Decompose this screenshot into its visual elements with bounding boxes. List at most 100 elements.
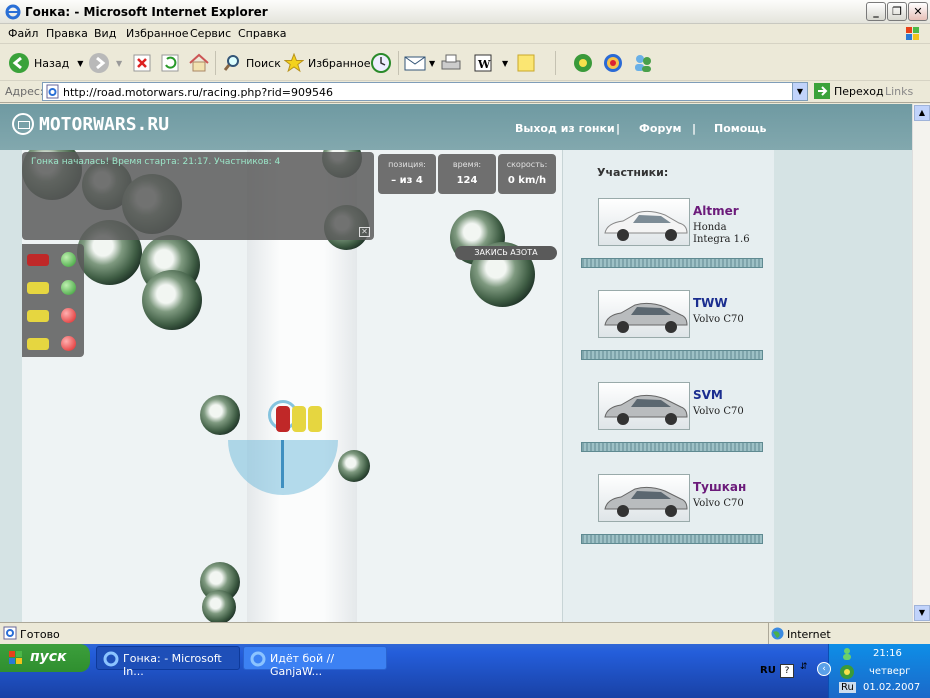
flower-button[interactable] bbox=[572, 51, 594, 75]
participant-name[interactable]: Altmer bbox=[693, 204, 739, 218]
minimize-button[interactable]: _ bbox=[866, 2, 886, 21]
car-photo-icon bbox=[604, 210, 688, 241]
address-bar: Адрес: http://road.motorwars.ru/racing.p… bbox=[0, 81, 930, 103]
refresh-button[interactable] bbox=[160, 51, 180, 75]
site-logo[interactable]: MOTORWARS.RU bbox=[12, 113, 169, 135]
car-photo-icon bbox=[604, 486, 688, 517]
player-car-red bbox=[276, 406, 290, 432]
menu-favorites[interactable]: Избранное bbox=[126, 27, 188, 40]
race-message: Гонка началась! Время старта: 21:17. Уча… bbox=[31, 157, 281, 167]
car-icon bbox=[27, 282, 49, 294]
print-button[interactable] bbox=[440, 51, 462, 75]
race-track[interactable]: Гонка началась! Время старта: 21:17. Уча… bbox=[22, 150, 562, 622]
direction-arrow-icon bbox=[281, 440, 284, 488]
nav-help[interactable]: Помощь bbox=[714, 122, 766, 135]
note-button[interactable] bbox=[516, 51, 536, 75]
messenger-tray-icon[interactable] bbox=[839, 646, 855, 662]
help-icon[interactable]: ? bbox=[780, 664, 794, 678]
svg-text:W: W bbox=[477, 58, 491, 71]
system-tray: ‹ Ru 21:16 четверг 01.02.2007 bbox=[817, 644, 930, 698]
menu-view[interactable]: Вид bbox=[94, 27, 116, 40]
car-photo-icon bbox=[604, 302, 688, 333]
search-button[interactable]: Поиск bbox=[222, 51, 281, 75]
close-button[interactable]: ✕ bbox=[908, 2, 928, 21]
maximize-button[interactable]: ❐ bbox=[887, 2, 907, 21]
back-button[interactable]: Назад ▼ bbox=[8, 51, 83, 75]
race-info-panel: Гонка началась! Время старта: 21:17. Уча… bbox=[22, 152, 374, 240]
racer-status-row bbox=[27, 280, 79, 296]
mail-button[interactable]: ▼ bbox=[404, 51, 435, 75]
scroll-down-icon[interactable]: ▼ bbox=[914, 605, 930, 621]
address-dropdown-icon[interactable]: ▼ bbox=[792, 83, 807, 100]
start-button[interactable]: пуск bbox=[0, 644, 90, 672]
security-zone: Internet bbox=[768, 623, 930, 645]
participant-card: Тушкан Volvo C70 bbox=[581, 474, 763, 554]
car-photo[interactable] bbox=[598, 198, 690, 246]
menu-tools[interactable]: Сервис bbox=[190, 27, 231, 40]
flower-tray-icon[interactable] bbox=[839, 664, 855, 680]
forward-button[interactable]: ▼ bbox=[88, 51, 122, 75]
page-content: MOTORWARS.RU Выход из гонки | Форум | По… bbox=[0, 104, 912, 622]
menu-help[interactable]: Справка bbox=[238, 27, 286, 40]
participant-name[interactable]: Тушкан bbox=[693, 480, 746, 494]
nitro-button[interactable]: ЗАКИСЬ АЗОТА bbox=[455, 246, 557, 260]
tray-expand-icon[interactable]: ‹ bbox=[817, 662, 831, 676]
vertical-scrollbar[interactable]: ▲ ▼ bbox=[912, 104, 930, 622]
mail-dropdown-icon[interactable]: ▼ bbox=[429, 59, 435, 68]
contacts-button[interactable] bbox=[632, 51, 654, 75]
network-icon[interactable]: ⇵ bbox=[800, 662, 808, 672]
note-icon bbox=[517, 54, 535, 72]
flower-icon bbox=[574, 54, 592, 72]
links-button[interactable]: Links bbox=[885, 85, 913, 98]
printer-icon bbox=[441, 54, 461, 70]
clock-time[interactable]: 21:16 bbox=[873, 648, 902, 659]
stop-button[interactable] bbox=[132, 51, 152, 75]
green-light-icon bbox=[61, 280, 76, 295]
taskbar-item-battle[interactable]: Идёт бой // GanjaW... bbox=[243, 646, 387, 678]
nav-separator: | bbox=[616, 122, 621, 135]
window-title: Гонка: - Microsoft Internet Explorer bbox=[25, 5, 268, 19]
people-icon bbox=[635, 55, 651, 72]
history-icon bbox=[371, 53, 391, 73]
participant-card: SVM Volvo C70 bbox=[581, 382, 763, 462]
back-dropdown-icon[interactable]: ▼ bbox=[77, 59, 83, 68]
forward-dropdown-icon[interactable]: ▼ bbox=[116, 59, 122, 68]
address-input[interactable]: http://road.motorwars.ru/racing.php?rid=… bbox=[42, 82, 808, 101]
language-indicator[interactable]: RU bbox=[760, 665, 776, 676]
home-button[interactable] bbox=[188, 51, 210, 75]
zone-label: Internet bbox=[787, 628, 831, 641]
windows-flag-icon bbox=[906, 27, 919, 40]
close-panel-icon[interactable]: ✕ bbox=[359, 227, 370, 237]
green-light-icon bbox=[61, 252, 76, 267]
stat-value: 124 bbox=[456, 175, 478, 186]
stat-value: 0 km/h bbox=[507, 175, 547, 186]
edit-dropdown-icon[interactable]: ▼ bbox=[502, 59, 508, 68]
stop-icon bbox=[133, 54, 151, 72]
favorites-button[interactable]: Избранное bbox=[284, 51, 370, 75]
taskbar-item-race[interactable]: Гонка: - Microsoft In... bbox=[96, 646, 240, 678]
nav-forum[interactable]: Форум bbox=[639, 122, 682, 135]
mail-icon bbox=[404, 56, 426, 71]
car-photo[interactable] bbox=[598, 382, 690, 430]
participant-name[interactable]: SVM bbox=[693, 388, 723, 402]
participant-progress-bar bbox=[581, 350, 763, 360]
address-url: http://road.motorwars.ru/racing.php?rid=… bbox=[63, 86, 333, 99]
go-button[interactable]: Переход bbox=[814, 83, 884, 99]
participant-name[interactable]: TWW bbox=[693, 296, 728, 310]
tray-language[interactable]: Ru bbox=[839, 682, 856, 693]
red-light-icon bbox=[61, 336, 76, 351]
car-photo[interactable] bbox=[598, 290, 690, 338]
scroll-up-icon[interactable]: ▲ bbox=[914, 105, 930, 121]
stat-value: – из 4 bbox=[391, 175, 423, 186]
edit-button[interactable]: W ▼ bbox=[474, 51, 508, 75]
player-cars bbox=[228, 400, 338, 495]
car-photo[interactable] bbox=[598, 474, 690, 522]
messenger-button[interactable] bbox=[602, 51, 624, 75]
menu-file[interactable]: Файл bbox=[8, 27, 38, 40]
history-button[interactable] bbox=[370, 51, 392, 75]
address-label: Адрес: bbox=[5, 85, 44, 98]
start-label: пуск bbox=[30, 649, 67, 665]
stat-speed: скорость: 0 km/h bbox=[498, 154, 556, 194]
menu-edit[interactable]: Правка bbox=[46, 27, 88, 40]
nav-exit-race[interactable]: Выход из гонки bbox=[515, 122, 615, 135]
